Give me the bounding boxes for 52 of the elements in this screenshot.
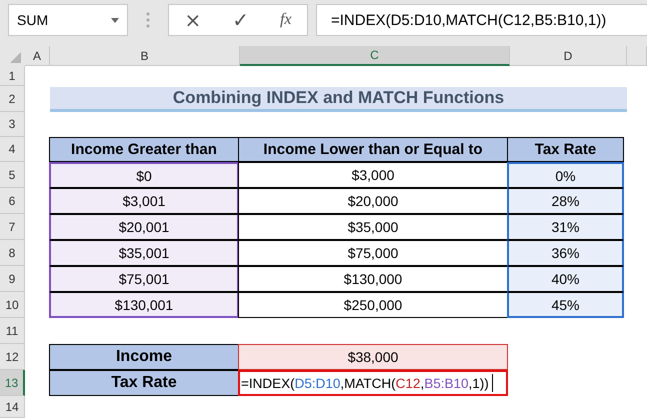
table-cell: $20,000: [238, 188, 508, 214]
row-header[interactable]: 5: [0, 162, 25, 188]
table-cell: 0%: [507, 162, 624, 188]
row-header[interactable]: 14: [0, 396, 25, 418]
row-header[interactable]: 1: [0, 66, 25, 86]
column-header[interactable]: D: [510, 46, 627, 66]
table-cell: 40%: [507, 266, 624, 292]
row-header[interactable]: 4: [0, 137, 25, 162]
summary-label: Income: [49, 344, 239, 370]
column-header[interactable]: [627, 46, 647, 66]
cancel-button[interactable]: ×: [180, 8, 206, 32]
row-header[interactable]: 10: [0, 292, 25, 318]
income-value-cell: $38,000: [238, 344, 508, 370]
table-cell: $3,001: [49, 188, 239, 214]
summary-label: Tax Rate: [49, 370, 239, 396]
row-header[interactable]: 8: [0, 240, 25, 266]
table-cell: $3,000: [238, 162, 508, 188]
row-header[interactable]: 2: [0, 86, 25, 112]
insert-function-button[interactable]: fx: [276, 11, 296, 29]
table-cell: $130,000: [238, 266, 508, 292]
name-box[interactable]: SUM: [8, 4, 128, 36]
row-header[interactable]: 6: [0, 188, 25, 214]
table-cell: $75,000: [238, 240, 508, 266]
caret-icon[interactable]: [111, 18, 119, 22]
enter-button[interactable]: ✓: [228, 8, 253, 32]
table-cell: $0: [49, 162, 239, 188]
row-header[interactable]: 11: [0, 318, 25, 344]
column-header[interactable]: B: [50, 46, 240, 66]
table-cell: 45%: [507, 292, 624, 318]
row-header[interactable]: 12: [0, 344, 25, 370]
formula-input-field[interactable]: =INDEX(D5:D10,MATCH(C12,B5:B10,1)): [238, 370, 508, 396]
formula-field[interactable]: =INDEX(D5:D10,MATCH(C12,B5:B10,1)): [316, 4, 647, 36]
row-header[interactable]: 7: [0, 214, 25, 240]
table-cell: $35,001: [49, 240, 239, 266]
row-header[interactable]: 9: [0, 266, 25, 292]
column-heading: Income Lower than or Equal to: [238, 137, 508, 162]
table-cell: $20,001: [49, 214, 239, 240]
row-header[interactable]: 3: [0, 112, 25, 137]
table-cell: $130,001: [49, 292, 239, 318]
table-cell: $35,000: [238, 214, 508, 240]
table-cell: $250,000: [238, 292, 508, 318]
table-cell: 31%: [507, 214, 624, 240]
row-header[interactable]: 13: [0, 370, 25, 396]
column-heading: Income Greater than: [49, 137, 239, 162]
sheet-title: Combining INDEX and MATCH Functions: [50, 87, 627, 112]
column-heading: Tax Rate: [507, 137, 624, 162]
table-cell: 36%: [507, 240, 624, 266]
table-cell: $75,001: [49, 266, 239, 292]
column-header[interactable]: A: [25, 46, 50, 66]
table-cell: 28%: [507, 188, 624, 214]
column-header[interactable]: C: [240, 46, 510, 66]
grip-icon: [146, 12, 150, 28]
